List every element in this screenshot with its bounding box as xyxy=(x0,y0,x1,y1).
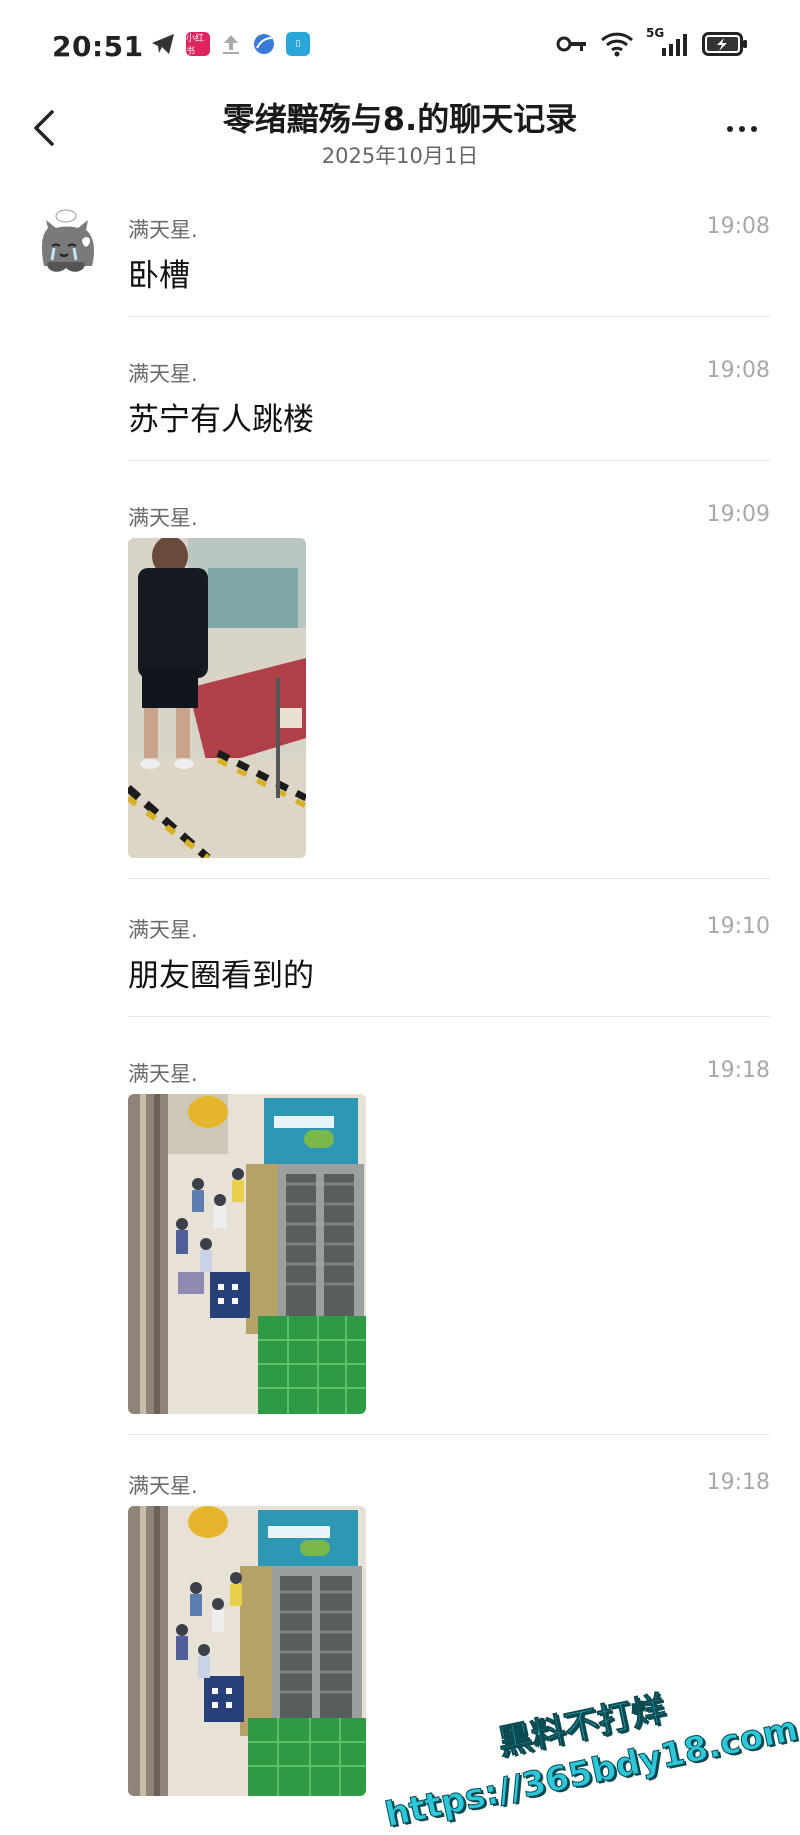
photo-thumbnail[interactable] xyxy=(128,1506,366,1796)
more-options-button[interactable] xyxy=(720,114,764,144)
divider xyxy=(128,316,770,317)
browser-icon xyxy=(254,34,274,54)
message-time: 19:18 xyxy=(706,1470,770,1495)
photo-thumbnail[interactable] xyxy=(128,538,306,858)
message-text: 苏宁有人跳楼 xyxy=(128,402,314,438)
chat-record-header: 零绪黯殇与8.的聊天记录 2025年10月1日 xyxy=(0,92,800,182)
message-item: 满天星. 19:08 苏宁有人跳楼 xyxy=(128,358,770,438)
status-time: 20:51 xyxy=(52,30,144,63)
book-app-icon: ▯ xyxy=(286,32,310,56)
dot-icon xyxy=(751,126,757,132)
message-item: 满天星. 19:08 卧槽 xyxy=(128,214,770,294)
message-time: 19:08 xyxy=(706,358,770,383)
vpn-key-icon xyxy=(556,36,586,52)
message-time: 19:08 xyxy=(706,214,770,239)
notification-icons: 小红书 ▯ xyxy=(150,32,310,57)
sender-name: 满天星. xyxy=(128,1062,198,1086)
photo-image xyxy=(128,1094,366,1414)
sender-name: 满天星. xyxy=(128,918,198,942)
dot-icon xyxy=(739,126,745,132)
divider xyxy=(128,878,770,879)
red-app-icon: 小红书 xyxy=(186,32,210,57)
signal-group: 5G xyxy=(646,26,690,58)
photo-image xyxy=(128,538,306,858)
avatar[interactable] xyxy=(36,206,106,286)
photo-image xyxy=(128,1506,366,1796)
photo-thumbnail[interactable] xyxy=(128,1094,366,1414)
sender-name: 满天星. xyxy=(128,218,198,242)
wifi-icon xyxy=(600,32,634,57)
upload-icon xyxy=(223,35,239,54)
message-item: 满天星. 19:09 xyxy=(128,502,770,858)
sender-name: 满天星. xyxy=(128,506,198,530)
battery-charging-icon xyxy=(702,32,747,56)
dot-icon xyxy=(727,126,733,132)
sender-name: 满天星. xyxy=(128,1474,198,1498)
status-bar: 20:51 小红书 ▯ 5G xyxy=(0,0,800,92)
message-text: 朋友圈看到的 xyxy=(128,958,314,994)
message-item: 满天星. 19:18 xyxy=(128,1058,770,1418)
message-item: 满天星. 19:10 朋友圈看到的 xyxy=(128,914,770,994)
signal-icon xyxy=(662,34,687,56)
telegram-icon xyxy=(152,34,174,54)
system-icons: 5G xyxy=(556,26,748,58)
record-date: 2025年10月1日 xyxy=(321,144,479,168)
divider xyxy=(128,1016,770,1017)
message-text: 卧槽 xyxy=(128,258,190,294)
message-time: 19:18 xyxy=(706,1058,770,1083)
message-time: 19:10 xyxy=(706,914,770,939)
divider xyxy=(128,460,770,461)
divider xyxy=(128,1434,770,1435)
sender-name: 满天星. xyxy=(128,362,198,386)
message-time: 19:09 xyxy=(706,502,770,527)
page-title: 零绪黯殇与8.的聊天记录 xyxy=(222,100,578,138)
